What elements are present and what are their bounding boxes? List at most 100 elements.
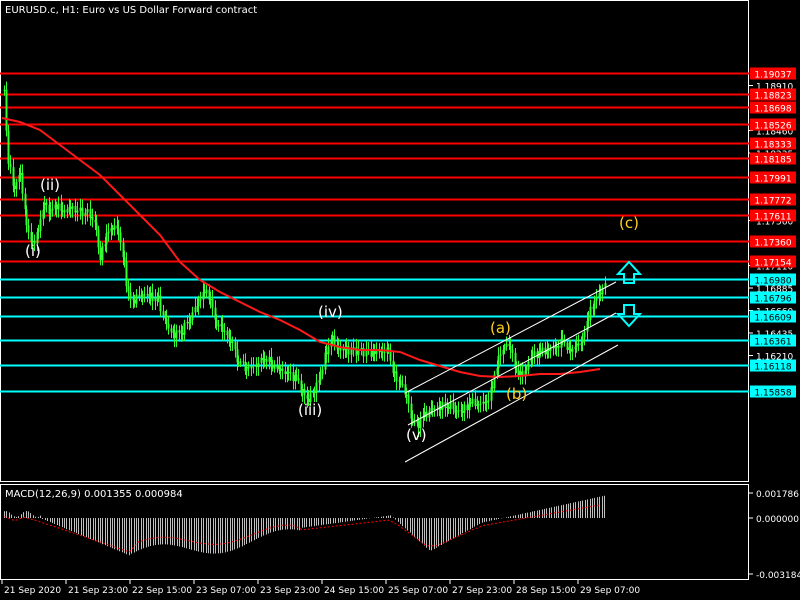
trading-chart[interactable]: (i) (ii) (iii) (iv) (v) (a) (b) (c) EURU… [0,0,800,600]
candle-body [515,368,518,370]
candle-body [355,354,358,356]
candle-body [268,356,271,362]
candle-body [215,319,218,325]
candle-body [239,361,242,364]
level-label: 1.17772 [754,197,791,207]
candle-body [401,384,404,386]
candle-body [63,210,66,213]
candle-body [221,324,224,332]
candle-body [557,345,560,348]
candle-body [581,337,584,344]
candle-body [97,229,100,248]
time-tick-label: 21 Sep 23:00 [68,586,128,596]
candle-body [245,367,248,372]
candle-body [203,292,206,294]
candle-body [471,398,474,404]
candle-body [583,331,586,338]
candle-body [7,130,10,164]
candle-body [25,209,28,226]
candle-body [165,318,168,324]
candle-body [91,216,94,220]
candle-body [66,209,69,213]
candle-body [252,365,255,367]
candle-body [107,231,110,234]
candle-body [255,366,258,368]
candle-body [399,380,402,385]
candle-body [373,350,376,354]
candle-body [51,208,54,211]
candle-body [561,338,564,342]
candle-body [474,398,477,406]
candle-body [509,346,512,350]
candle-body [378,351,381,353]
candle-body [485,400,488,404]
candle-body [231,342,234,344]
wave-label-a: (a) [490,319,511,337]
level-label: 1.15858 [754,389,791,399]
candle-body [479,403,482,405]
candle-body [511,349,514,353]
candle-body [457,410,460,412]
candle-body [281,368,284,371]
candle-body [13,185,16,190]
candle-body [469,402,472,404]
candle-body [84,212,87,216]
candle-body [595,297,598,301]
candle-body [37,231,40,233]
candle-body [455,411,458,413]
candle-body [113,225,116,230]
level-label: 1.18333 [754,141,791,151]
time-tick-label: 27 Sep 23:00 [452,586,512,596]
candle-body [170,328,173,332]
candle-body [555,345,558,348]
candle-body [321,369,324,375]
candle-body [79,207,82,210]
macd-tick-label: 0.001786 [756,490,799,500]
candle-body [15,181,18,190]
level-label: 1.16796 [754,295,791,305]
candle-body [575,343,578,348]
wave-label-c: (c) [619,214,639,232]
candle-body [505,343,508,347]
candle-body [3,89,6,91]
wave-label-ii: (ii) [40,176,60,194]
level-label: 1.19037 [754,71,791,81]
candle-body [466,404,469,411]
candle-body [157,295,160,298]
candle-body [599,292,602,295]
candle-body [413,422,416,424]
candle-body [76,210,79,213]
candle-body [123,257,126,262]
candle-body [461,410,464,413]
candle-body [313,391,316,394]
candle-body [566,342,569,350]
candle-body [194,307,197,313]
candle-body [482,401,485,404]
candle-body [587,319,590,321]
level-label: 1.16980 [754,277,791,287]
candle-body [205,289,208,294]
candle-body [393,371,396,374]
candle-body [162,311,165,316]
wave-label-iii: (iii) [298,401,322,419]
level-label: 1.18823 [754,92,791,102]
level-label: 1.17991 [754,175,791,185]
candle-body [226,330,229,336]
candle-body [133,299,136,304]
candle-body [167,323,170,329]
candle-body [61,210,64,212]
candle-body [159,295,162,312]
level-label: 1.18698 [754,105,791,115]
candle-body [149,292,152,297]
candle-body [463,404,466,413]
macd-label: MACD(12,26,9) 0.001355 0.000984 [5,489,183,500]
candle-body [292,372,295,382]
candle-body [173,332,176,339]
level-label: 1.18526 [754,122,791,132]
candle-body [487,400,490,402]
candle-body [525,369,528,371]
candle-body [55,204,58,210]
candle-body [383,351,386,353]
candle-body [265,359,268,362]
candle-body [21,172,24,194]
